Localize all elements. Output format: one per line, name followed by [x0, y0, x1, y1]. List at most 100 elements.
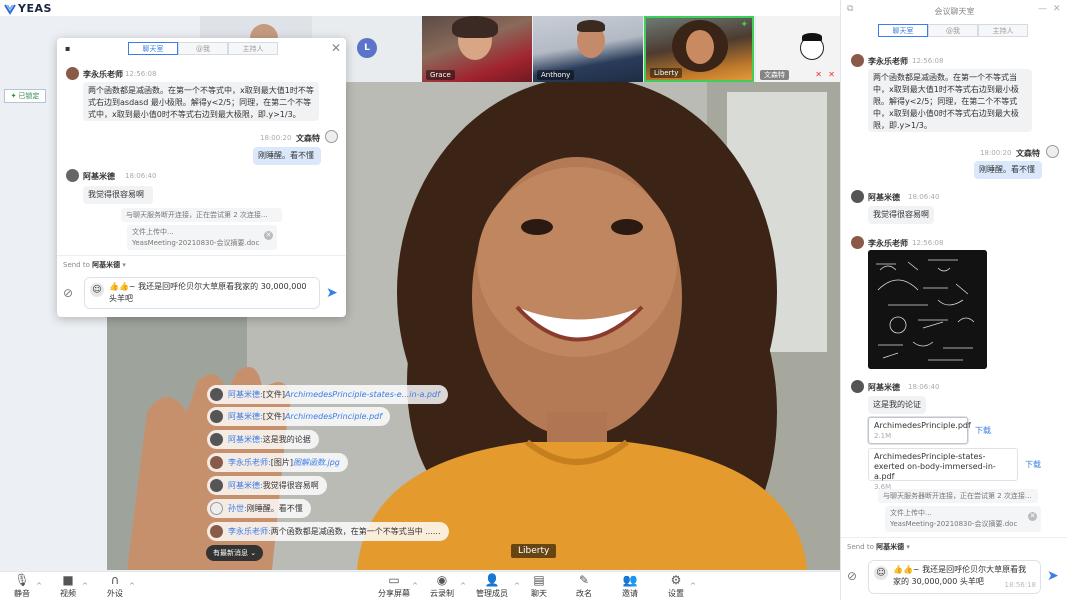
chevron-up-icon[interactable]: ^: [129, 582, 135, 590]
tab-chatroom[interactable]: 聊天室: [128, 42, 178, 55]
pencil-icon: ✎: [578, 573, 590, 587]
cloud-record-button[interactable]: ◉ 云录制 ^: [422, 573, 466, 599]
avatar: [210, 388, 223, 401]
new-messages-button[interactable]: 有最新消息 ⌄: [206, 545, 264, 561]
send-to-selector[interactable]: Send to 阿基米德 ▾: [63, 260, 126, 270]
settings-button[interactable]: ⚙ 设置 ^: [656, 573, 696, 599]
side-chat-panel: ⧉ 会议聊天室 — ✕ 聊天室 @我 主持人 李永乐老师 12:56:08 两个…: [840, 0, 1067, 600]
file-card[interactable]: ArchimedesPrinciple.pdf 2.1M: [868, 417, 971, 444]
tab-mentions[interactable]: @我: [178, 42, 228, 55]
avatar: [66, 67, 79, 80]
overlay-text: 我觉得很容易啊: [262, 481, 319, 490]
avatar: [851, 190, 864, 203]
app-logo-text: YEAS: [18, 2, 52, 15]
cancel-upload-icon[interactable]: ✕: [264, 231, 273, 240]
chat-icon: ▤: [533, 573, 545, 587]
emoji-icon[interactable]: ☺: [90, 283, 104, 297]
chat-input[interactable]: ☺ 👍👍~ 我还是回呼伦贝尔大草原看我家的 30,000,000 头羊吧: [84, 277, 320, 309]
file-name: ArchimedesPrinciple.pdf: [874, 421, 971, 430]
locked-badge[interactable]: ✦ 已锁定: [4, 89, 46, 103]
participant-name: Liberty: [650, 68, 683, 78]
overlay-message[interactable]: 阿基米德: [文件] ArchimedesPrinciple-states-e...…: [207, 385, 448, 404]
message-time: 18:06:40: [125, 172, 157, 180]
overlay-message[interactable]: 李永乐老师: [图片] 图解函数.jpg: [207, 453, 348, 472]
avatar: [210, 433, 223, 446]
share-screen-button[interactable]: ▭ 分享屏幕 ^: [374, 573, 418, 599]
send-icon[interactable]: ➤: [326, 285, 338, 301]
chat-input-text: 👍👍~ 我还是回呼伦贝尔大草原看我家的 30,000,000 头羊吧: [109, 282, 307, 303]
tab-host[interactable]: 主持人: [978, 24, 1028, 37]
chevron-up-icon[interactable]: ^: [460, 582, 466, 590]
chat-label: 聊天: [531, 589, 547, 598]
attachment-icon[interactable]: ⊘: [847, 569, 857, 583]
emoji-icon[interactable]: ☺: [874, 566, 888, 580]
message-sender: 李永乐老师: [868, 239, 908, 248]
camera-icon: ■: [62, 573, 74, 587]
chevron-up-icon[interactable]: ^: [412, 582, 418, 590]
participant-tile-liberty[interactable]: ✦ Liberty: [644, 16, 754, 82]
peripherals-button[interactable]: ∩ 外设 ^: [95, 573, 135, 599]
chat-input[interactable]: ☺ 👍👍~ 我还是回呼伦贝尔大草原看我家的 30,000,000 头羊吧 18:…: [868, 560, 1041, 594]
send-icon[interactable]: ➤: [1047, 568, 1059, 584]
chevron-up-icon[interactable]: ^: [36, 582, 42, 590]
download-link[interactable]: 下载: [975, 425, 991, 436]
avatar: [851, 54, 864, 67]
tab-chatroom[interactable]: 聊天室: [878, 24, 928, 37]
overlay-sender: 孙世:: [228, 504, 247, 513]
overlay-message[interactable]: 阿基米德: [文件] ArchimedesPrinciple.pdf: [207, 407, 391, 426]
rename-button[interactable]: ✎ 改名: [564, 573, 604, 599]
avatar: [210, 456, 223, 469]
participant-tile-anthony[interactable]: Anthony: [533, 16, 643, 82]
minimize-icon[interactable]: —: [1038, 4, 1047, 14]
overlay-message[interactable]: 阿基米德: 这是我的论据: [207, 430, 319, 449]
chat-button[interactable]: ▤ 聊天: [519, 573, 559, 599]
invite-icon: 👥: [622, 573, 638, 587]
message-time: 18:06:40: [908, 193, 940, 201]
upload-file-name: YeasMeeting-20210830-会议摘要.doc: [132, 239, 260, 247]
download-link[interactable]: 下载: [1025, 459, 1041, 470]
send-to-selector[interactable]: Send to 阿基米德 ▾: [847, 542, 910, 552]
avatar: [210, 502, 223, 515]
video-label: 视频: [60, 589, 76, 598]
overlay-message[interactable]: 阿基米德: 我觉得很容易啊: [207, 476, 327, 495]
overlay-link[interactable]: ArchimedesPrinciple-states-e...in-a.pdf: [285, 390, 440, 399]
overlay-link[interactable]: ArchimedesPrinciple.pdf: [285, 412, 382, 421]
participant-avatar[interactable]: L: [357, 38, 377, 58]
overlay-tag: [文件]: [262, 390, 285, 399]
yeas-logo-icon: [4, 3, 16, 15]
file-name: ArchimedesPrinciple-states-exerted on-bo…: [874, 452, 996, 481]
overlay-link[interactable]: 图解函数.jpg: [293, 457, 340, 468]
avatar: [210, 525, 223, 538]
popup-menu-icon[interactable]: ▪: [65, 44, 70, 53]
members-icon: 👤: [484, 573, 500, 587]
video-button[interactable]: ■ 视频 ^: [48, 573, 88, 599]
side-chat-title: 会议聊天室: [934, 7, 975, 16]
close-icon[interactable]: ✕: [331, 41, 341, 55]
image-message[interactable]: [868, 250, 987, 369]
invite-button[interactable]: 👥 邀请: [610, 573, 650, 599]
cancel-upload-icon[interactable]: ✕: [1028, 512, 1037, 521]
avatar: [851, 236, 864, 249]
message-bubble: 两个函数都是减函数。在第一个不等式当中，x取到最大值1时不等式右边到最小极限。解…: [868, 69, 1032, 132]
overlay-message[interactable]: 孙世: 刚睡醒。看不懂: [207, 499, 311, 518]
close-icon[interactable]: ✕: [1053, 4, 1061, 14]
manage-members-button[interactable]: 👤 管理成员 ^: [470, 573, 520, 599]
participant-tile-grace[interactable]: Grace: [422, 16, 532, 82]
new-messages-label: 有最新消息: [213, 549, 248, 557]
app-logo: YEAS: [4, 2, 52, 15]
attachment-icon[interactable]: ⊘: [63, 286, 73, 300]
mute-button[interactable]: 🎙 静音 ^: [2, 573, 42, 599]
tab-host[interactable]: 主持人: [228, 42, 278, 55]
avatar: [1046, 145, 1059, 158]
upload-status: 文件上传中...: [132, 228, 174, 236]
chevron-up-icon[interactable]: ^: [82, 582, 88, 590]
participant-tile-wensente[interactable]: 文森特 ✕ ✕: [756, 16, 840, 82]
microphone-icon: 🎙: [14, 573, 30, 587]
system-notice: 与聊天服务断开连接，正在尝试第 2 次连接...: [121, 208, 282, 222]
file-card[interactable]: ArchimedesPrinciple-states-exerted on-bo…: [868, 448, 1018, 491]
overlay-message[interactable]: 李永乐老师: 两个函数都是减函数，在第一个不等式当中 ......: [207, 522, 449, 541]
tab-mentions[interactable]: @我: [928, 24, 978, 37]
chevron-up-icon[interactable]: ^: [690, 582, 696, 590]
overlay-text: 这是我的论据: [262, 435, 311, 444]
chevron-down-icon: ⌄: [250, 549, 257, 557]
